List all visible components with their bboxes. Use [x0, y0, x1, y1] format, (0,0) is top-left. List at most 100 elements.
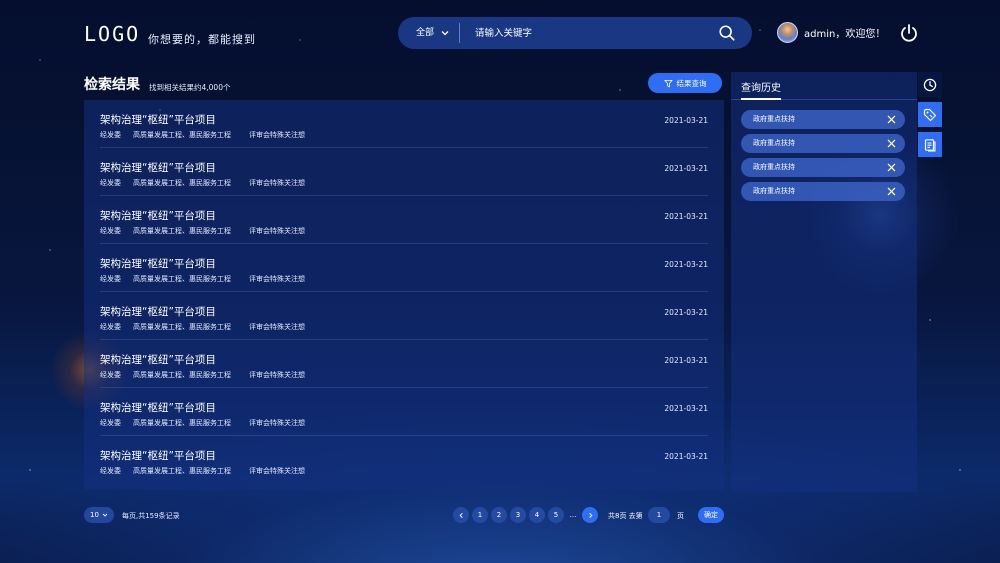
- page-button[interactable]: 4: [529, 507, 545, 523]
- page-ellipsis: ...: [569, 511, 577, 519]
- result-tag: 高质量发展工程、惠民服务工程: [133, 179, 231, 187]
- user-greeting: admin，欢迎您！: [804, 29, 886, 40]
- result-tag: 评审会特殊关注想: [249, 467, 305, 475]
- history-item-label: 政府重点扶持: [753, 187, 795, 195]
- history-item[interactable]: 政府重点扶持: [741, 158, 905, 177]
- confirm-button[interactable]: 确定: [698, 507, 724, 523]
- results-panel: 架构治理“枢纽”平台项目 经发委 高质量发展工程、惠民服务工程 评审会特殊关注想…: [84, 100, 724, 490]
- history-item[interactable]: 政府重点扶持: [741, 134, 905, 153]
- result-tags: 经发委 高质量发展工程、惠民服务工程 评审会特殊关注想: [100, 178, 305, 188]
- result-tag: 评审会特殊关注想: [249, 371, 305, 379]
- result-tags: 经发委 高质量发展工程、惠民服务工程 评审会特殊关注想: [100, 466, 305, 476]
- result-tag: 评审会特殊关注想: [249, 323, 305, 331]
- page-button[interactable]: 2: [491, 507, 507, 523]
- result-item[interactable]: 架构治理“枢纽”平台项目 经发委 高质量发展工程、惠民服务工程 评审会特殊关注想…: [100, 100, 708, 148]
- pager: 1 2 3 4 5 ...: [453, 507, 598, 523]
- history-title: 查询历史: [741, 79, 781, 100]
- tab-tags[interactable]: [918, 102, 942, 127]
- result-title[interactable]: 架构治理“枢纽”平台项目: [100, 448, 216, 463]
- prev-page-button[interactable]: [453, 507, 469, 523]
- tag-icon: [923, 108, 937, 121]
- logo[interactable]: LOGO: [84, 22, 140, 46]
- result-item[interactable]: 架构治理“枢纽”平台项目 经发委 高质量发展工程、惠民服务工程 评审会特殊关注想…: [100, 148, 708, 196]
- result-tag: 经发委: [100, 371, 121, 379]
- power-icon[interactable]: [899, 23, 919, 43]
- result-date: 2021-03-21: [664, 308, 708, 317]
- result-date: 2021-03-21: [664, 356, 708, 365]
- result-tag: 高质量发展工程、惠民服务工程: [133, 467, 231, 475]
- result-tag: 经发委: [100, 179, 121, 187]
- result-tag: 高质量发展工程、惠民服务工程: [133, 275, 231, 283]
- result-tag: 经发委: [100, 323, 121, 331]
- result-tag: 评审会特殊关注想: [249, 179, 305, 187]
- result-filter-button[interactable]: 结果查询: [648, 73, 722, 93]
- history-item-label: 政府重点扶持: [753, 115, 795, 123]
- result-tag: 高质量发展工程、惠民服务工程: [133, 323, 231, 331]
- search-input[interactable]: [475, 17, 705, 49]
- result-title[interactable]: 架构治理“枢纽”平台项目: [100, 160, 216, 175]
- result-title[interactable]: 架构治理“枢纽”平台项目: [100, 112, 216, 127]
- history-item[interactable]: 政府重点扶持: [741, 182, 905, 201]
- avatar[interactable]: [777, 22, 798, 43]
- tab-documents[interactable]: [918, 132, 942, 157]
- result-tags: 经发委 高质量发展工程、惠民服务工程 评审会特殊关注想: [100, 370, 305, 380]
- result-tag: 评审会特殊关注想: [249, 419, 305, 427]
- result-tag: 经发委: [100, 227, 121, 235]
- page-size-select[interactable]: 10: [84, 507, 114, 523]
- result-tag: 高质量发展工程、惠民服务工程: [133, 131, 231, 139]
- next-page-button[interactable]: [582, 507, 598, 523]
- result-date: 2021-03-21: [664, 164, 708, 173]
- result-tag: 经发委: [100, 467, 121, 475]
- goto-page-input[interactable]: [648, 507, 670, 523]
- result-title[interactable]: 架构治理“枢纽”平台项目: [100, 352, 216, 367]
- results-title: 检索结果: [84, 77, 140, 93]
- close-icon[interactable]: [887, 163, 896, 172]
- result-tag: 评审会特殊关注想: [249, 275, 305, 283]
- page-button[interactable]: 1: [472, 507, 488, 523]
- result-tag: 评审会特殊关注想: [249, 227, 305, 235]
- search-bar: 全部: [398, 17, 752, 49]
- chevron-left-icon: [459, 512, 463, 518]
- result-item[interactable]: 架构治理“枢纽”平台项目 经发委 高质量发展工程、惠民服务工程 评审会特殊关注想…: [100, 436, 708, 484]
- slogan: 你想要的，都能搜到: [148, 33, 256, 46]
- search-scope-label: 全部: [416, 28, 435, 38]
- result-title[interactable]: 架构治理“枢纽”平台项目: [100, 304, 216, 319]
- result-tag: 高质量发展工程、惠民服务工程: [133, 371, 231, 379]
- chevron-right-icon: [588, 512, 592, 518]
- result-date: 2021-03-21: [664, 404, 708, 413]
- result-item[interactable]: 架构治理“枢纽”平台项目 经发委 高质量发展工程、惠民服务工程 评审会特殊关注想…: [100, 340, 708, 388]
- history-item-label: 政府重点扶持: [753, 163, 795, 171]
- clock-icon: [923, 78, 937, 91]
- result-title[interactable]: 架构治理“枢纽”平台项目: [100, 256, 216, 271]
- close-icon[interactable]: [887, 187, 896, 196]
- result-title[interactable]: 架构治理“枢纽”平台项目: [100, 208, 216, 223]
- chevron-down-icon: [441, 31, 449, 36]
- tab-history[interactable]: [918, 72, 942, 97]
- result-date: 2021-03-21: [664, 260, 708, 269]
- result-tag: 经发委: [100, 275, 121, 283]
- result-item[interactable]: 架构治理“枢纽”平台项目 经发委 高质量发展工程、惠民服务工程 评审会特殊关注想…: [100, 196, 708, 244]
- goto-prefix: 共8页 去第: [608, 512, 643, 520]
- close-icon[interactable]: [887, 139, 896, 148]
- result-date: 2021-03-21: [664, 116, 708, 125]
- result-title[interactable]: 架构治理“枢纽”平台项目: [100, 400, 216, 415]
- search-scope-select[interactable]: 全部: [416, 17, 450, 49]
- result-tag: 经发委: [100, 419, 121, 427]
- history-header: 查询历史: [731, 72, 917, 100]
- result-tag: 经发委: [100, 131, 121, 139]
- page-button[interactable]: 3: [510, 507, 526, 523]
- history-item[interactable]: 政府重点扶持: [741, 110, 905, 129]
- result-item[interactable]: 架构治理“枢纽”平台项目 经发委 高质量发展工程、惠民服务工程 评审会特殊关注想…: [100, 388, 708, 436]
- result-filter-label: 结果查询: [676, 78, 707, 88]
- result-item[interactable]: 架构治理“枢纽”平台项目 经发委 高质量发展工程、惠民服务工程 评审会特殊关注想…: [100, 244, 708, 292]
- result-tag: 评审会特殊关注想: [249, 131, 305, 139]
- user-info[interactable]: admin，欢迎您！: [777, 22, 885, 43]
- page-size-value: 10: [90, 511, 99, 519]
- filter-icon: [663, 79, 673, 87]
- result-item[interactable]: 架构治理“枢纽”平台项目 经发委 高质量发展工程、惠民服务工程 评审会特殊关注想…: [100, 292, 708, 340]
- close-icon[interactable]: [887, 115, 896, 124]
- history-item-label: 政府重点扶持: [753, 139, 795, 147]
- result-tags: 经发委 高质量发展工程、惠民服务工程 评审会特殊关注想: [100, 322, 305, 332]
- page-button[interactable]: 5: [548, 507, 564, 523]
- search-icon[interactable]: [718, 24, 736, 42]
